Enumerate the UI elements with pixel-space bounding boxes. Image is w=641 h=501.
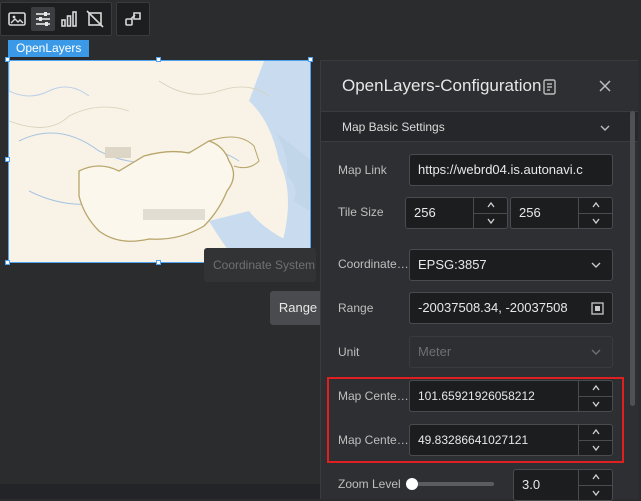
document-help-icon[interactable] — [541, 78, 559, 96]
chevron-up-icon — [591, 429, 600, 435]
map-center-x-decrement[interactable] — [579, 397, 612, 412]
range-label: Range — [338, 301, 374, 315]
panel-title: OpenLayers-Configuration — [342, 76, 542, 95]
tile-height-increment[interactable] — [579, 198, 612, 214]
view-tools-group — [0, 2, 112, 36]
bar-chart-icon — [61, 11, 77, 27]
chevron-down-icon — [600, 125, 610, 131]
range-value: -20037508.34, -20037508 — [418, 300, 568, 315]
map-center-y-stepper[interactable]: 49.83286641027121 — [409, 424, 613, 456]
map-center-y-increment[interactable] — [579, 425, 612, 441]
tile-height-value: 256 — [519, 205, 541, 220]
zoom-slider-thumb[interactable] — [406, 478, 418, 490]
chevron-down-icon — [591, 349, 601, 355]
top-toolbar — [0, 2, 150, 36]
resize-handle-tm[interactable] — [156, 57, 161, 62]
map-center-x-increment[interactable] — [579, 381, 612, 397]
zoom-level-label: Zoom Level — [338, 477, 401, 491]
style-button[interactable] — [121, 7, 145, 31]
map-center-x-value: 101.65921926058212 — [418, 389, 535, 403]
range-input[interactable]: -20037508.34, -20037508 — [409, 292, 613, 324]
map-center-y-stepper-buttons — [578, 425, 612, 455]
map-center-y-label: Map Center Y — [338, 433, 410, 447]
coordinate-system-tooltip: Coordinate System — [204, 248, 316, 282]
section-title: Map Basic Settings — [342, 120, 445, 134]
tile-height-stepper[interactable]: 256 — [510, 197, 613, 229]
range-tooltip: Range — [270, 291, 326, 325]
close-icon[interactable] — [597, 78, 613, 94]
zoom-level-value: 3.0 — [522, 477, 541, 492]
unit-label: Unit — [338, 345, 360, 359]
tile-width-stepper[interactable]: 256 — [405, 197, 508, 229]
canvas-bottom-strip — [0, 484, 320, 499]
unit-value: Meter — [418, 344, 452, 359]
chevron-down-icon — [591, 262, 601, 268]
map-center-x-stepper[interactable]: 101.65921926058212 — [409, 380, 613, 412]
unit-select: Meter — [409, 336, 613, 368]
panel-scrollbar[interactable] — [630, 111, 635, 406]
expand-square-icon[interactable] — [591, 302, 604, 315]
map-component-tag: OpenLayers — [8, 40, 90, 57]
chevron-down-icon — [591, 490, 600, 496]
chart-button[interactable] — [57, 7, 81, 31]
map-image — [9, 61, 310, 262]
crop-icon — [86, 10, 104, 28]
resize-handle-tr[interactable] — [308, 57, 313, 62]
map-center-y-decrement[interactable] — [579, 441, 612, 456]
resize-handle-ml[interactable] — [5, 157, 10, 162]
chevron-up-icon — [591, 474, 600, 480]
zoom-level-stepper-buttons — [578, 470, 612, 500]
tile-height-decrement[interactable] — [579, 214, 612, 229]
zoom-slider-track[interactable] — [410, 482, 494, 486]
coordinate-system-value: EPSG:3857 — [418, 257, 487, 272]
settings-sliders-button[interactable] — [31, 7, 55, 31]
map-link-label: Map Link — [338, 163, 387, 177]
image-button[interactable] — [5, 7, 29, 31]
chevron-down-icon — [591, 401, 600, 407]
zoom-level-decrement[interactable] — [579, 486, 612, 501]
map-center-x-label: Map Center X — [338, 389, 410, 403]
chevron-down-icon — [591, 445, 600, 451]
tile-width-decrement[interactable] — [474, 214, 507, 229]
map-link-input[interactable]: https://webrd04.is.autonavi.c — [409, 154, 613, 186]
section-map-basic-settings[interactable]: Map Basic Settings — [321, 111, 638, 142]
tile-size-label: Tile Size — [338, 205, 384, 219]
coordinate-system-label: Coordinate System — [338, 257, 410, 271]
sliders-icon — [36, 12, 50, 26]
resize-handle-bl[interactable] — [5, 260, 10, 265]
zoom-level-stepper[interactable]: 3.0 — [513, 469, 613, 501]
resize-handle-tl[interactable] — [5, 57, 10, 62]
style-tools-group — [116, 2, 150, 36]
panel-header: OpenLayers-Configuration — [321, 61, 638, 111]
map-center-x-stepper-buttons — [578, 381, 612, 411]
chevron-down-icon — [486, 218, 495, 224]
chevron-up-icon — [486, 202, 495, 208]
style-icon — [125, 12, 141, 26]
tile-height-stepper-buttons — [578, 198, 612, 228]
chevron-up-icon — [591, 202, 600, 208]
tile-width-increment[interactable] — [474, 198, 507, 214]
map-preview[interactable] — [8, 60, 311, 263]
tile-width-stepper-buttons — [473, 198, 507, 228]
image-icon — [8, 12, 26, 26]
chevron-up-icon — [591, 385, 600, 391]
map-center-y-value: 49.83286641027121 — [418, 433, 529, 447]
tile-width-value: 256 — [414, 205, 436, 220]
chevron-down-icon — [591, 218, 600, 224]
resize-handle-bm[interactable] — [156, 260, 161, 265]
zoom-level-increment[interactable] — [579, 470, 612, 486]
crop-button[interactable] — [83, 7, 107, 31]
coordinate-system-select[interactable]: EPSG:3857 — [409, 249, 613, 281]
